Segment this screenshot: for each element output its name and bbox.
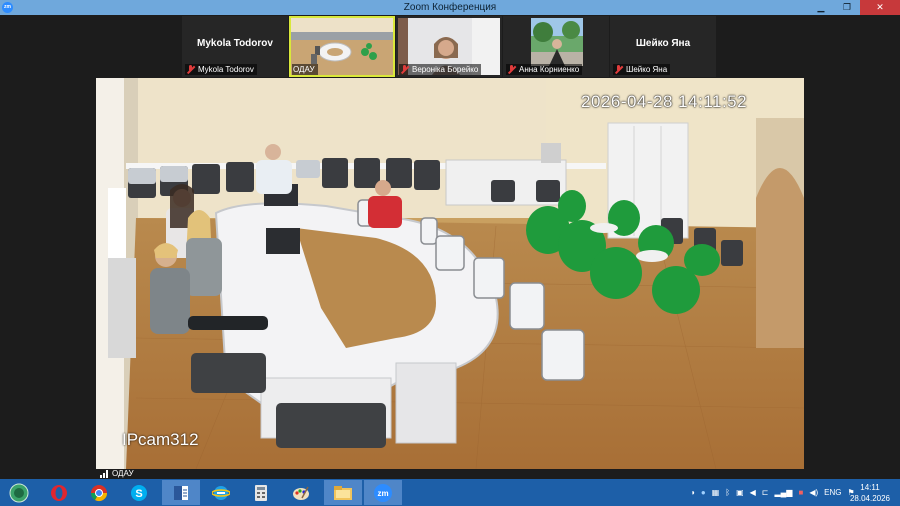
tray-app-icon[interactable]: ▣ <box>736 488 744 497</box>
participant-tile-mykola[interactable]: Mykola Todorov Mykola Todorov <box>182 16 288 77</box>
ie-icon <box>212 485 230 500</box>
camera-timestamp-overlay: 2026-04-28 14:11:52 <box>581 92 748 111</box>
tray-network-icon[interactable]: ▂▄▆ <box>774 488 792 497</box>
participant-tile-anna[interactable]: Анна Корниенко <box>503 16 609 77</box>
zoom-icon: zm <box>374 483 392 502</box>
taskbar-clock[interactable]: 14:11 28.04.2026 <box>850 482 890 504</box>
taskbar-chrome[interactable] <box>80 480 118 505</box>
start-button[interactable] <box>2 480 36 505</box>
participant-name-display: Шейко Яна <box>635 38 691 49</box>
tray-language[interactable]: ENG <box>824 488 841 497</box>
participant-strip: Mykola Todorov Mykola Todorov ОДАУ Верон… <box>0 16 900 78</box>
restore-button[interactable]: ❐ <box>834 0 860 15</box>
calculator-icon <box>255 484 267 501</box>
taskbar-skype[interactable]: S <box>120 480 158 505</box>
close-button[interactable]: ✕ <box>860 0 900 15</box>
taskbar-internet-explorer[interactable] <box>202 480 240 505</box>
window-title: Zoom Конференция <box>403 2 497 13</box>
tray-bluetooth-icon[interactable]: ᛒ <box>725 488 730 497</box>
tray-antivirus-icon[interactable]: ■ <box>798 488 803 497</box>
participant-tile-veronika[interactable]: Вероніка Борейко <box>396 16 502 77</box>
clock-time: 14:11 <box>860 483 880 492</box>
chrome-icon <box>90 484 108 501</box>
taskbar-word[interactable] <box>162 480 200 505</box>
system-tray: ◑ ● ▦ ᛒ ▣ ◀ ⊏ ▂▄▆ ■ ◀) ENG ⚑ <box>690 479 861 506</box>
participant-label: ОДАУ <box>292 64 318 75</box>
muted-mic-icon <box>186 65 195 74</box>
minimize-button[interactable]: ▁ <box>808 0 834 15</box>
participant-name-display: Mykola Todorov <box>197 38 273 49</box>
participant-label: Вероніка Борейко <box>399 64 482 75</box>
participant-tile-odau[interactable]: ОДАУ <box>289 16 395 77</box>
tray-usb-icon[interactable]: ⊏ <box>762 488 769 497</box>
participant-label: Mykola Todorov <box>185 64 257 75</box>
tray-keyboard-icon[interactable]: ▦ <box>712 488 720 497</box>
window-titlebar[interactable]: zm Zoom Конференция ▁ ❐ ✕ <box>0 0 900 15</box>
main-video-view[interactable]: 2026-04-28 14:11:52 IPcam312 <box>96 78 804 469</box>
taskbar-calculator[interactable] <box>242 480 280 505</box>
opera-icon <box>51 484 67 501</box>
conference-room-video-frame <box>96 78 804 469</box>
muted-mic-icon <box>400 65 409 74</box>
tray-zoom-icon[interactable]: ● <box>701 488 706 497</box>
clock-date: 28.04.2026 <box>849 494 890 503</box>
taskbar-opera[interactable] <box>40 480 78 505</box>
svg-text:zm: zm <box>377 489 388 498</box>
active-speaker-label: ОДАУ <box>96 469 138 479</box>
svg-text:S: S <box>135 488 142 500</box>
tray-volume-icon[interactable]: ◀) <box>809 488 818 497</box>
file-explorer-icon <box>334 485 352 500</box>
taskbar-file-explorer[interactable] <box>324 480 362 505</box>
muted-mic-icon <box>614 65 623 74</box>
skype-icon: S <box>131 484 147 501</box>
windows-taskbar: S zm ◑ ● ▦ ᛒ ▣ ◀ ⊏ ▂▄▆ ■ ◀) ENG ⚑ 14:11 … <box>0 479 900 506</box>
participant-label: Шейко Яна <box>613 64 671 75</box>
signal-bars-icon <box>100 470 109 478</box>
muted-mic-icon <box>507 65 516 74</box>
camera-id-overlay: IPcam312 <box>122 430 199 449</box>
participant-tile-sheiko[interactable]: Шейко Яна Шейко Яна <box>610 16 716 77</box>
tray-arrow-icon[interactable]: ◑ <box>690 488 695 497</box>
participant-label: Анна Корниенко <box>506 64 583 75</box>
taskbar-paint[interactable] <box>282 480 320 505</box>
taskbar-zoom[interactable]: zm <box>364 480 402 505</box>
word-icon <box>174 485 188 500</box>
paint-icon <box>293 486 309 500</box>
tray-speaker-icon[interactable]: ◀ <box>750 488 756 497</box>
start-icon <box>9 483 29 502</box>
